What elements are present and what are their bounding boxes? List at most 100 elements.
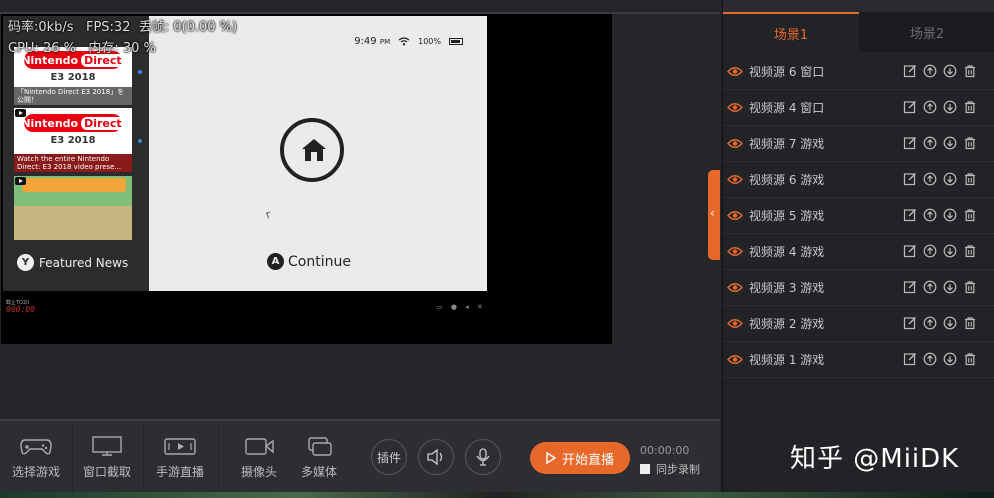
trash-icon[interactable] bbox=[963, 172, 977, 186]
move-up-icon[interactable] bbox=[923, 172, 937, 186]
move-up-icon[interactable] bbox=[923, 64, 937, 78]
stream-stats-cpu: CPU: 26 % 内存: 30 % bbox=[8, 41, 156, 56]
start-live-label: 开始直播 bbox=[561, 452, 614, 468]
thumbnail-caption: 「Nintendo Direct E3 2018」を公開！ bbox=[14, 87, 132, 105]
unread-dot bbox=[138, 70, 142, 74]
a-button-icon: A bbox=[267, 253, 284, 270]
start-live-button[interactable]: 开始直播 bbox=[530, 442, 630, 474]
select-game-label: 选择游戏 bbox=[11, 465, 60, 479]
source-row[interactable]: 视频源 2 游戏 bbox=[723, 306, 994, 342]
move-down-icon[interactable] bbox=[943, 316, 957, 330]
move-down-icon[interactable] bbox=[943, 352, 957, 366]
source-row[interactable]: 视频源 4 游戏 bbox=[723, 234, 994, 270]
continue-prompt[interactable]: A Continue bbox=[267, 253, 351, 270]
eye-icon[interactable] bbox=[727, 318, 743, 329]
eye-icon[interactable] bbox=[727, 66, 743, 77]
source-row[interactable]: 视频源 7 游戏 bbox=[723, 126, 994, 162]
source-list: 视频源 6 窗口 视频源 4 窗口 视频源 7 游戏 视频源 6 游戏 视频源 … bbox=[723, 54, 994, 378]
edit-icon[interactable] bbox=[903, 316, 917, 330]
move-up-icon[interactable] bbox=[923, 352, 937, 366]
trash-icon[interactable] bbox=[963, 208, 977, 222]
eye-icon[interactable] bbox=[727, 246, 743, 257]
trash-icon[interactable] bbox=[963, 100, 977, 114]
play-icon bbox=[546, 452, 556, 464]
toolbar-divider bbox=[218, 421, 219, 494]
multimedia-button[interactable]: 多媒体 bbox=[288, 421, 350, 494]
move-up-icon[interactable] bbox=[923, 208, 937, 222]
tab-scene-2[interactable]: 场景2 bbox=[859, 12, 994, 52]
eye-icon[interactable] bbox=[727, 282, 743, 293]
edit-icon[interactable] bbox=[903, 352, 917, 366]
source-label: 视频源 4 游戏 bbox=[749, 245, 825, 259]
clock-suffix: PM bbox=[379, 38, 391, 46]
cursor-mark bbox=[266, 211, 272, 219]
home-button[interactable] bbox=[280, 118, 344, 182]
move-down-icon[interactable] bbox=[943, 136, 957, 150]
trash-icon[interactable] bbox=[963, 316, 977, 330]
source-row[interactable]: 视频源 3 游戏 bbox=[723, 270, 994, 306]
video-play-icon bbox=[15, 109, 26, 117]
trash-icon[interactable] bbox=[963, 244, 977, 258]
eye-icon[interactable] bbox=[727, 354, 743, 365]
source-actions bbox=[903, 100, 977, 114]
window-capture-button[interactable]: 窗口截取 bbox=[75, 421, 139, 494]
toolbar-divider bbox=[143, 421, 144, 494]
trash-icon[interactable] bbox=[963, 64, 977, 78]
news-thumbnail: Nintendo Direct E3 2018 Watch the entire … bbox=[14, 108, 132, 172]
trash-icon[interactable] bbox=[963, 352, 977, 366]
edit-icon[interactable] bbox=[903, 100, 917, 114]
eye-icon[interactable] bbox=[727, 210, 743, 221]
scene-panel: 场景1 场景2 视频源 6 窗口 视频源 4 窗口 视频源 7 游戏 视频源 6… bbox=[722, 0, 994, 498]
move-up-icon[interactable] bbox=[923, 244, 937, 258]
select-game-button[interactable]: 选择游戏 bbox=[4, 421, 68, 494]
move-down-icon[interactable] bbox=[943, 64, 957, 78]
thumbnail-caption: Watch the entire Nintendo Direct: E3 201… bbox=[14, 154, 132, 172]
source-actions bbox=[903, 64, 977, 78]
move-up-icon[interactable] bbox=[923, 136, 937, 150]
move-down-icon[interactable] bbox=[943, 208, 957, 222]
move-down-icon[interactable] bbox=[943, 100, 957, 114]
camera-button[interactable]: 摄像头 bbox=[228, 421, 290, 494]
eye-icon[interactable] bbox=[727, 174, 743, 185]
source-label: 视频源 3 游戏 bbox=[749, 281, 825, 295]
sync-record-checkbox[interactable] bbox=[640, 464, 650, 474]
switch-home-screen: 9:49 PM 100% A Continue bbox=[149, 16, 487, 291]
source-row[interactable]: 视频源 4 窗口 bbox=[723, 90, 994, 126]
eye-icon[interactable] bbox=[727, 102, 743, 113]
edit-icon[interactable] bbox=[903, 64, 917, 78]
source-actions bbox=[903, 280, 977, 294]
source-row[interactable]: 视频源 6 游戏 bbox=[723, 162, 994, 198]
tab-scene-1[interactable]: 场景1 bbox=[723, 12, 859, 52]
news-thumbnail-game-art bbox=[14, 176, 132, 240]
eye-icon[interactable] bbox=[727, 138, 743, 149]
window-capture-label: 窗口截取 bbox=[82, 465, 131, 479]
volume-button[interactable] bbox=[418, 439, 454, 475]
microphone-button[interactable] bbox=[465, 439, 501, 475]
edit-icon[interactable] bbox=[903, 280, 917, 294]
move-up-icon[interactable] bbox=[923, 316, 937, 330]
live-timer: 00:00:00 bbox=[640, 444, 690, 457]
edit-icon[interactable] bbox=[903, 172, 917, 186]
source-label: 视频源 6 窗口 bbox=[749, 65, 825, 79]
edit-icon[interactable] bbox=[903, 208, 917, 222]
continue-label: Continue bbox=[288, 253, 351, 270]
edit-icon[interactable] bbox=[903, 244, 917, 258]
move-up-icon[interactable] bbox=[923, 280, 937, 294]
collapse-panel-button[interactable]: ‹ bbox=[708, 170, 720, 260]
move-down-icon[interactable] bbox=[943, 244, 957, 258]
move-down-icon[interactable] bbox=[943, 280, 957, 294]
trash-icon[interactable] bbox=[963, 280, 977, 294]
plugins-button[interactable]: 插件 bbox=[371, 439, 407, 475]
edit-icon[interactable] bbox=[903, 136, 917, 150]
capture-strip-icons: ▭ ● ◂ ✕ bbox=[436, 303, 486, 311]
move-up-icon[interactable] bbox=[923, 100, 937, 114]
source-row[interactable]: 视频源 6 窗口 bbox=[723, 54, 994, 90]
trash-icon[interactable] bbox=[963, 136, 977, 150]
featured-news-prompt: Y Featured News bbox=[17, 254, 128, 271]
sync-record-option[interactable]: 同步录制 bbox=[640, 461, 700, 477]
move-down-icon[interactable] bbox=[943, 172, 957, 186]
background-strip bbox=[0, 492, 994, 498]
mobile-live-button[interactable]: 手游直播 bbox=[148, 421, 212, 494]
source-row[interactable]: 视频源 1 游戏 bbox=[723, 342, 994, 378]
source-row[interactable]: 视频源 5 游戏 bbox=[723, 198, 994, 234]
